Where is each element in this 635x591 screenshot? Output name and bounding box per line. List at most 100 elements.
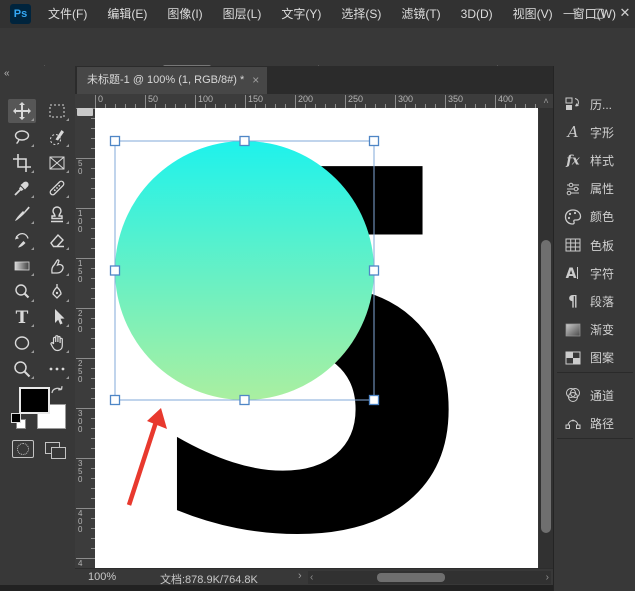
options-bar: 自动选择: 图层 ✓ 显示变换控件 [0, 28, 635, 67]
lasso-tool-icon[interactable] [8, 125, 36, 149]
status-expand-icon[interactable]: › [298, 570, 302, 582]
menu-item[interactable]: 编辑(E) [97, 0, 157, 28]
transform-handle[interactable] [111, 137, 120, 146]
ruler-label: 50 [148, 94, 158, 104]
minimize-button[interactable]: — [561, 0, 579, 28]
paragraph-icon: ¶ [563, 291, 583, 311]
transform-handle[interactable] [240, 137, 249, 146]
menu-item[interactable]: 选择(S) [331, 0, 391, 28]
menu-item[interactable]: 文件(F) [38, 0, 97, 28]
menu-item[interactable]: 滤镜(T) [391, 0, 450, 28]
more-tools-icon[interactable] [43, 357, 71, 381]
ruler-label: 200 [78, 310, 82, 334]
scroll-up-icon[interactable]: ˄ [539, 94, 553, 108]
document-canvas[interactable]: 5 [95, 108, 538, 568]
panel-tab-gradients[interactable]: 渐变 [554, 316, 635, 344]
eyedropper-tool-icon[interactable] [8, 176, 36, 200]
smudge-tool-icon[interactable] [43, 254, 71, 278]
horizontal-scrollbar-thumb[interactable] [377, 573, 445, 582]
tab-bar: 未标题-1 @ 100% (1, RGB/8#) * × [75, 66, 553, 95]
panel-tab-paths[interactable]: 路径 [554, 409, 635, 437]
path-select-tool-icon[interactable] [43, 305, 71, 329]
tab-close-icon[interactable]: × [252, 67, 259, 94]
transform-handle[interactable] [370, 396, 379, 405]
transform-handle[interactable] [370, 137, 379, 146]
dodge-tool-icon[interactable] [8, 280, 36, 304]
ruler-label: 100 [198, 94, 213, 104]
eraser-tool-icon[interactable] [43, 228, 71, 252]
ruler-label: 350 [448, 94, 463, 104]
vertical-scrollbar-thumb[interactable] [541, 240, 551, 533]
menu-item[interactable]: 文字(Y) [271, 0, 331, 28]
transform-handle[interactable] [111, 266, 120, 275]
panel-tab-swatches[interactable]: 色板 [554, 231, 635, 259]
panel-tab-label: 渐变 [590, 321, 614, 338]
svg-text:A: A [566, 123, 579, 141]
properties-icon [563, 179, 583, 199]
ruler-label: 300 [398, 94, 413, 104]
panel-tab-character[interactable]: A字符 [554, 259, 635, 287]
close-button[interactable]: ✕ [616, 0, 634, 28]
panel-tab-label: 图案 [590, 349, 614, 366]
panel-tab-paragraph[interactable]: ¶段落 [554, 287, 635, 315]
panel-tab-styles[interactable]: fx样式 [554, 146, 635, 174]
ruler-label: 0 [98, 94, 103, 104]
maximize-button[interactable]: ▢ [590, 0, 608, 28]
menu-bar: Ps 文件(F)编辑(E)图像(I)图层(L)文字(Y)选择(S)滤镜(T)3D… [0, 0, 635, 29]
styles-icon: fx [563, 150, 583, 170]
pen-tool-icon[interactable] [43, 280, 71, 304]
quick-select-tool-icon[interactable] [43, 125, 71, 149]
gradient-circle-layer[interactable] [115, 141, 374, 400]
panel-tab-glyphs[interactable]: A 字形 [554, 118, 635, 146]
panel-tab-history[interactable]: 历... [554, 90, 635, 118]
default-colors-icon[interactable] [11, 413, 21, 423]
color-icon [563, 207, 583, 227]
panel-separator [557, 438, 633, 439]
panel-tab-label: 路径 [590, 415, 614, 432]
history-brush-tool-icon[interactable] [8, 228, 36, 252]
healing-brush-tool-icon[interactable] [43, 176, 71, 200]
collapse-panel-icon[interactable]: « [4, 68, 9, 79]
panel-tab-label: 字形 [590, 124, 614, 141]
menu-item[interactable]: 图层(L) [213, 0, 272, 28]
clone-stamp-tool-icon[interactable] [43, 202, 71, 226]
menu-item[interactable]: 3D(D) [451, 0, 503, 28]
transform-handle[interactable] [240, 396, 249, 405]
ellipse-tool-icon[interactable] [8, 331, 36, 355]
move-tool-icon[interactable] [8, 99, 36, 123]
ruler-label: 150 [78, 260, 82, 284]
ruler-label: 250 [78, 360, 82, 384]
transform-handle[interactable] [370, 266, 379, 275]
ruler-label: 50 [78, 160, 82, 176]
panel-tab-label: 色板 [590, 237, 614, 254]
ruler-label: 450 [78, 560, 82, 568]
ruler-label: 200 [298, 94, 313, 104]
brush-tool-icon[interactable] [8, 202, 36, 226]
scroll-left-icon[interactable]: ‹ [310, 571, 313, 584]
swap-colors-icon[interactable] [50, 384, 65, 402]
vertical-scrollbar[interactable] [539, 108, 553, 568]
frame-tool-icon[interactable] [43, 151, 71, 175]
foreground-color-swatch[interactable] [19, 387, 50, 414]
quick-mask-button[interactable] [12, 440, 34, 458]
scroll-right-icon[interactable]: › [546, 571, 549, 584]
zoom-tool-icon[interactable] [8, 357, 36, 381]
document-tab[interactable]: 未标题-1 @ 100% (1, RGB/8#) * × [77, 67, 267, 94]
type-tool-icon[interactable]: T [8, 305, 36, 329]
hand-tool-icon[interactable] [43, 331, 71, 355]
gradient-tool-icon[interactable] [8, 254, 36, 278]
panel-tab-patterns[interactable]: 图案 [554, 344, 635, 372]
zoom-level[interactable]: 100% [88, 571, 116, 583]
marquee-tool-icon[interactable] [43, 99, 71, 123]
menu-item[interactable]: 图像(I) [157, 0, 212, 28]
menu-item[interactable]: 视图(V) [503, 0, 563, 28]
horizontal-scrollbar[interactable]: ‹ › [308, 571, 551, 584]
screen-mode-button[interactable] [51, 447, 66, 459]
panel-tab-properties[interactable]: 属性 [554, 175, 635, 203]
channels-icon [563, 385, 583, 405]
panel-tab-color[interactable]: 颜色 [554, 203, 635, 231]
panel-tab-channels[interactable]: 通道 [554, 381, 635, 409]
transform-handle[interactable] [111, 396, 120, 405]
menu-items: 文件(F)编辑(E)图像(I)图层(L)文字(Y)选择(S)滤镜(T)3D(D)… [38, 0, 626, 28]
crop-tool-icon[interactable] [8, 151, 36, 175]
